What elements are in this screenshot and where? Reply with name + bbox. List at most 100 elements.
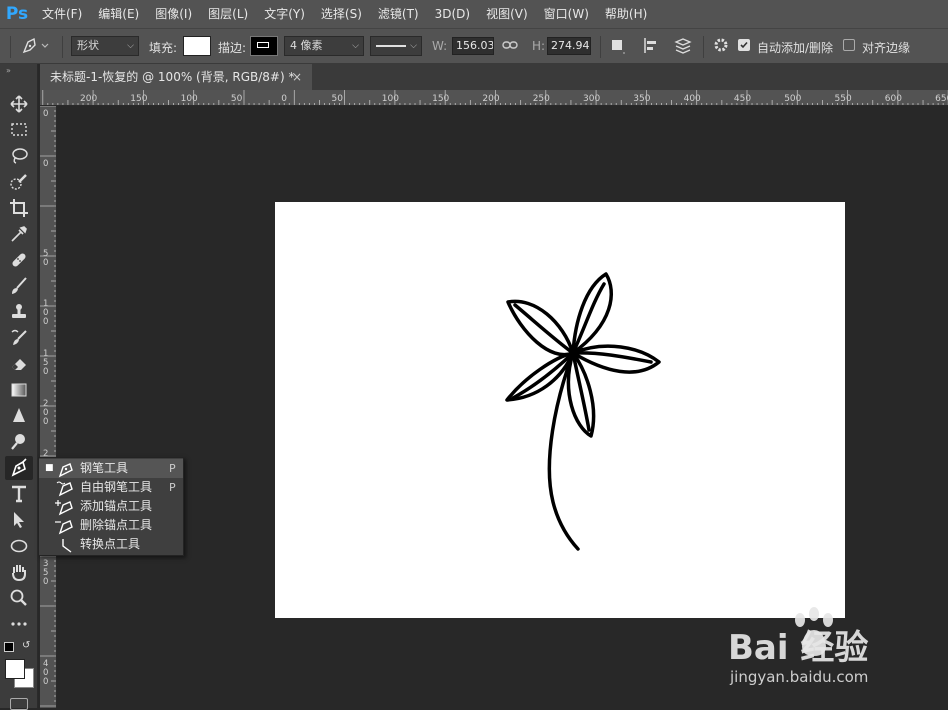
menu-window[interactable]: 窗口(W): [536, 0, 597, 28]
eraser-tool-icon[interactable]: [5, 352, 33, 376]
quick-mask-icon[interactable]: [10, 698, 28, 710]
foreground-color-swatch[interactable]: [5, 659, 25, 679]
align-edges-checkbox[interactable]: [843, 39, 855, 51]
ruler-label: 0: [281, 94, 287, 104]
fill-swatch[interactable]: [183, 36, 211, 56]
menu-type[interactable]: 文字(Y): [256, 0, 313, 28]
menu-file[interactable]: 文件(F): [34, 0, 90, 28]
ruler-label: 600: [885, 94, 902, 104]
clone-stamp-tool-icon[interactable]: [5, 300, 33, 324]
auto-add-delete-label: 自动添加/删除: [757, 41, 834, 55]
width-field[interactable]: 156.03 像: [452, 37, 494, 55]
path-operations-icon[interactable]: [610, 38, 626, 60]
height-field[interactable]: 274.94 像: [547, 37, 591, 55]
eyedropper-tool-icon[interactable]: [5, 222, 33, 246]
flyout-item-freeform-pen-tool[interactable]: 自由钢笔工具 P: [39, 478, 183, 497]
pen-tool-icon[interactable]: [5, 456, 33, 480]
flyout-item-pen-tool[interactable]: ■ 钢笔工具 P: [39, 459, 183, 478]
type-tool-icon[interactable]: [5, 482, 33, 506]
menu-layer[interactable]: 图层(L): [200, 0, 256, 28]
stroke-width-field[interactable]: 4 像素 ⌵: [284, 36, 364, 56]
lasso-tool-icon[interactable]: [5, 144, 33, 168]
ellipse-tool-icon[interactable]: [5, 534, 33, 558]
document-tab[interactable]: 未标题-1-恢复的 @ 100% (背景, RGB/8#) * ×: [40, 64, 312, 90]
flyout-item-delete-anchor-tool[interactable]: 删除锚点工具: [39, 516, 183, 535]
menu-help[interactable]: 帮助(H): [597, 0, 655, 28]
hand-tool-icon[interactable]: [5, 560, 33, 584]
ruler-label: 0: [43, 109, 48, 119]
ruler-label: 400: [684, 94, 701, 104]
pen-tool-icon: [58, 463, 73, 478]
gear-icon[interactable]: [713, 37, 733, 59]
flyout-label: 转换点工具: [80, 537, 141, 551]
fill-label: 填充:: [149, 41, 178, 55]
ruler-label: 200: [482, 94, 499, 104]
auto-add-delete-checkbox[interactable]: [738, 39, 750, 51]
ruler-label: 150: [432, 94, 449, 104]
move-tool-icon[interactable]: [5, 92, 33, 116]
ruler-label: 0: [43, 317, 48, 327]
document-canvas[interactable]: [275, 202, 845, 618]
path-alignment-icon[interactable]: [642, 37, 660, 59]
swap-colors-icon[interactable]: ↺: [22, 640, 30, 651]
flyout-label: 删除锚点工具: [80, 518, 153, 532]
active-bullet-icon: ■: [45, 463, 54, 473]
menu-select[interactable]: 选择(S): [313, 0, 370, 28]
app-logo: Ps: [5, 4, 29, 24]
collapse-arrows-icon[interactable]: »: [6, 66, 11, 75]
menu-3d[interactable]: 3D(D): [427, 0, 478, 28]
quick-select-tool-icon[interactable]: [5, 170, 33, 194]
grip-divider: [10, 36, 11, 58]
petal-right: [571, 344, 661, 374]
brush-tool-icon[interactable]: [5, 274, 33, 298]
chevron-down-icon: ⌵: [352, 41, 359, 51]
zoom-tool-icon[interactable]: [5, 586, 33, 610]
marquee-tool-icon[interactable]: [5, 118, 33, 142]
vertical-ruler[interactable]: 0050100150200250300350400: [40, 106, 57, 708]
menu-view[interactable]: 视图(V): [478, 0, 536, 28]
link-icon[interactable]: [502, 38, 518, 56]
tool-preset-picker[interactable]: [20, 37, 50, 59]
ruler-label: 0: [43, 367, 48, 377]
ruler-label: 350: [633, 94, 650, 104]
close-tab-icon[interactable]: ×: [292, 64, 302, 90]
vertical-ruler-ticks: 0050100150200250300350400: [40, 106, 56, 707]
horizontal-ruler-ticks: 200 150 100 50 0 50 100 150 200 250 300 350 400 450 50…: [42, 90, 948, 105]
stroke-type-select[interactable]: ⌵: [370, 36, 422, 56]
divider: [600, 36, 601, 58]
width-label: W:: [432, 39, 448, 53]
healing-brush-tool-icon[interactable]: [5, 248, 33, 272]
ruler-label: 100: [382, 94, 399, 104]
flyout-item-convert-point-tool[interactable]: 转换点工具: [39, 535, 183, 554]
ruler-label: 150: [130, 94, 147, 104]
gradient-tool-icon[interactable]: [5, 378, 33, 402]
mode-select[interactable]: 形状 ⌵: [71, 36, 139, 56]
menu-edit[interactable]: 编辑(E): [90, 0, 147, 28]
paw-print-icon: [795, 607, 833, 656]
menu-filter[interactable]: 滤镜(T): [370, 0, 427, 28]
blur-tool-icon[interactable]: [5, 404, 33, 428]
ruler-label: 0: [43, 159, 48, 169]
baidu-jingyan-watermark: Bai 经验 jingyan.baidu.com: [728, 606, 928, 696]
divider: [703, 36, 704, 58]
ruler-label: 0: [43, 577, 48, 587]
document-tab-title: 未标题-1-恢复的 @ 100% (背景, RGB/8#) *: [50, 70, 295, 84]
flyout-shortcut: P: [169, 481, 176, 494]
flyout-item-add-anchor-tool[interactable]: 添加锚点工具: [39, 497, 183, 516]
check-icon: [740, 41, 748, 49]
crop-tool-icon[interactable]: [5, 196, 33, 220]
ruler-label: 0: [43, 417, 48, 427]
history-brush-tool-icon[interactable]: [5, 326, 33, 350]
stroke-swatch[interactable]: [250, 36, 278, 56]
horizontal-ruler[interactable]: 200 150 100 50 0 50 100 150 200 250 300 350 400 450 50…: [40, 90, 948, 106]
add-anchor-point-icon: [55, 500, 73, 516]
default-colors-icon[interactable]: [4, 642, 14, 652]
menu-image[interactable]: 图像(I): [147, 0, 200, 28]
path-select-tool-icon[interactable]: [5, 508, 33, 532]
menu-bar: Ps 文件(F) 编辑(E) 图像(I) 图层(L) 文字(Y) 选择(S) 滤…: [0, 0, 948, 28]
dodge-tool-icon[interactable]: [5, 430, 33, 454]
more-tools-icon[interactable]: [5, 612, 33, 636]
ruler-label: 450: [734, 94, 751, 104]
delete-anchor-point-icon: [55, 520, 73, 535]
path-arrangement-icon[interactable]: [673, 37, 695, 59]
